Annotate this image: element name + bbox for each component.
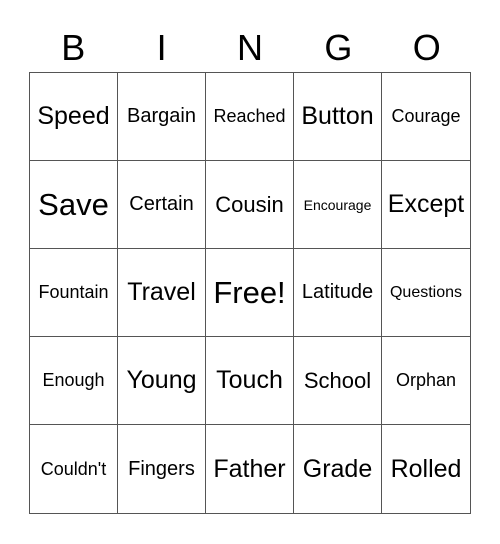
bingo-cell: Travel [118,249,206,337]
bingo-cell: Enough [30,337,118,425]
bingo-cell: Couldn't [30,425,118,513]
bingo-cell: Father [206,425,294,513]
bingo-cell: Touch [206,337,294,425]
bingo-card-grid: Speed Bargain Reached Button Courage Sav… [29,72,471,514]
bingo-header: B I N G O [29,24,471,72]
header-letter-n: N [236,27,263,68]
bingo-cell: Encourage [294,161,382,249]
bingo-cell: Certain [118,161,206,249]
header-letter-b: B [61,27,86,68]
bingo-cell: Speed [30,73,118,161]
bingo-cell: Questions [382,249,470,337]
bingo-cell: Grade [294,425,382,513]
bingo-cell: Orphan [382,337,470,425]
bingo-cell: Young [118,337,206,425]
bingo-cell: Button [294,73,382,161]
bingo-cell: Fingers [118,425,206,513]
bingo-cell: Bargain [118,73,206,161]
bingo-cell: Fountain [30,249,118,337]
bingo-cell: Latitude [294,249,382,337]
bingo-cell: Except [382,161,470,249]
free-space-cell: Free! [206,249,294,337]
bingo-cell: Cousin [206,161,294,249]
header-letter-i: I [156,27,167,68]
header-letter-g: G [324,27,353,68]
bingo-cell: Courage [382,73,470,161]
bingo-cell: Save [30,161,118,249]
bingo-cell: Reached [206,73,294,161]
bingo-cell: Rolled [390,454,462,483]
bingo-cell: School [294,337,382,425]
header-letter-o: O [412,27,441,68]
